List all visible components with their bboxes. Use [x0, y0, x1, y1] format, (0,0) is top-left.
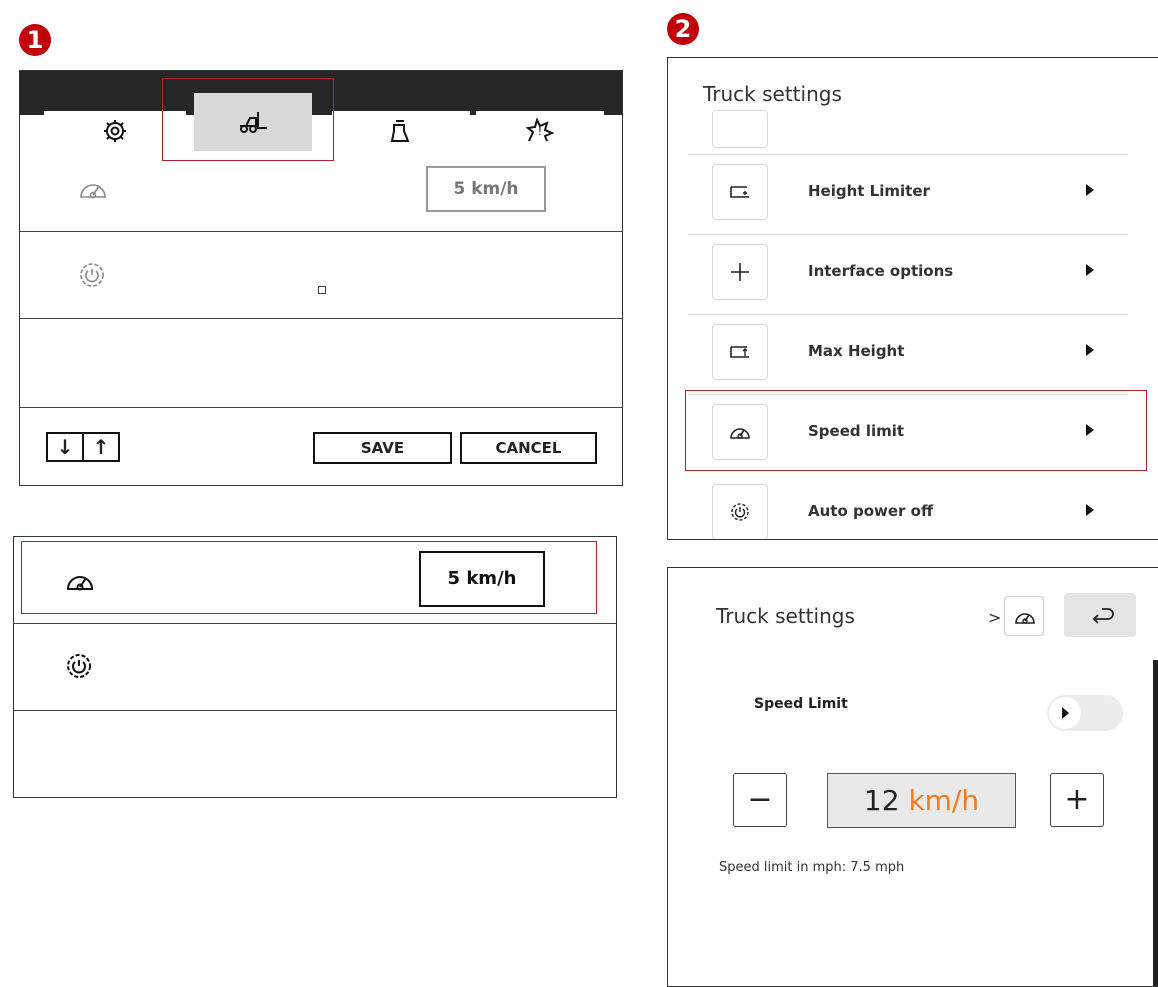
breadcrumb-title: Truck settings	[716, 604, 855, 628]
speedometer-icon	[80, 184, 106, 199]
plus-icon: +	[1064, 782, 1090, 817]
menu-item-icon-box	[712, 164, 768, 220]
menu-item-label: Max Height	[808, 342, 905, 360]
cancel-button[interactable]: CANCEL	[460, 432, 597, 464]
menu-item-auto-power-off[interactable]: Auto power off	[688, 474, 1128, 539]
max-height-icon	[730, 346, 749, 358]
chevron-right-icon	[1086, 264, 1094, 276]
setting-label: Speed Limit	[754, 696, 848, 712]
empty-row	[14, 711, 616, 798]
power-gear-icon	[731, 503, 749, 521]
breadcrumb-separator: >	[988, 608, 1002, 627]
menu-item-label: Auto power off	[808, 502, 934, 520]
speed-limit-item-highlight	[685, 390, 1147, 471]
return-icon	[1092, 608, 1114, 624]
chevron-right-icon	[1086, 344, 1094, 356]
scroll-up-button[interactable]: ↑	[82, 432, 120, 462]
auto-power-off-row[interactable]	[20, 232, 622, 319]
breadcrumb-speed-button[interactable]	[1004, 596, 1044, 636]
speed-value-unit: km/h	[908, 784, 980, 817]
menu-item-max-height[interactable]: Max Height	[688, 314, 1128, 395]
tab-alerts[interactable]: !	[476, 111, 604, 151]
speed-value-display: 12 km/h	[827, 773, 1016, 828]
decrement-button[interactable]: −	[733, 773, 787, 827]
back-button[interactable]	[1064, 593, 1136, 637]
menu-item-label: Interface options	[808, 262, 954, 280]
empty-row	[20, 319, 622, 408]
minus-icon: −	[747, 782, 773, 817]
active-tab-highlight	[162, 78, 334, 161]
power-gear-icon	[67, 654, 91, 678]
alert-icon: !	[525, 117, 555, 142]
svg-text:!: !	[538, 125, 542, 138]
save-button[interactable]: SAVE	[313, 432, 452, 464]
speed-limit-toggle[interactable]	[1047, 695, 1123, 731]
step-2-badge: 2	[667, 13, 699, 45]
menu-item-icon-box	[712, 324, 768, 380]
auto-power-off-row[interactable]	[14, 624, 616, 711]
menu-item-icon-box	[712, 484, 768, 539]
tab-load[interactable]	[332, 111, 470, 151]
scroll-down-button[interactable]: ↓	[46, 432, 84, 462]
chevron-right-icon	[1086, 184, 1094, 196]
cursor-marker	[318, 286, 326, 294]
speed-limit-detail-panel: Truck settings > Speed Limit − 12 km/h +…	[667, 567, 1158, 987]
speedometer-icon	[1015, 613, 1035, 624]
speed-limit-row[interactable]: 5 km/h	[20, 151, 622, 232]
mph-conversion-note: Speed limit in mph: 7.5 mph	[719, 860, 905, 875]
menu-item-partial	[688, 74, 1128, 155]
menu-item-height-limiter[interactable]: Height Limiter	[688, 154, 1128, 235]
scrollbar[interactable]	[1153, 660, 1158, 986]
menu-item-label: Height Limiter	[808, 182, 930, 200]
speed-value-field[interactable]: 5 km/h	[426, 166, 546, 212]
increment-button[interactable]: +	[1050, 773, 1104, 827]
height-limiter-icon	[730, 186, 749, 198]
menu-item-icon-box	[712, 244, 768, 300]
step-1-badge: 1	[19, 24, 51, 56]
menu-item-interface-options[interactable]: Interface options	[688, 234, 1128, 315]
power-gear-icon	[80, 263, 104, 287]
menu-item-icon-box	[712, 110, 768, 148]
load-weight-icon	[390, 120, 410, 142]
chevron-right-icon	[1086, 504, 1094, 516]
speed-value-number: 12	[863, 784, 900, 817]
speed-row-highlight	[21, 541, 597, 614]
toggle-knob	[1049, 697, 1081, 729]
plus-icon	[731, 263, 749, 281]
settings-icon	[104, 120, 126, 142]
play-icon	[1062, 707, 1069, 719]
